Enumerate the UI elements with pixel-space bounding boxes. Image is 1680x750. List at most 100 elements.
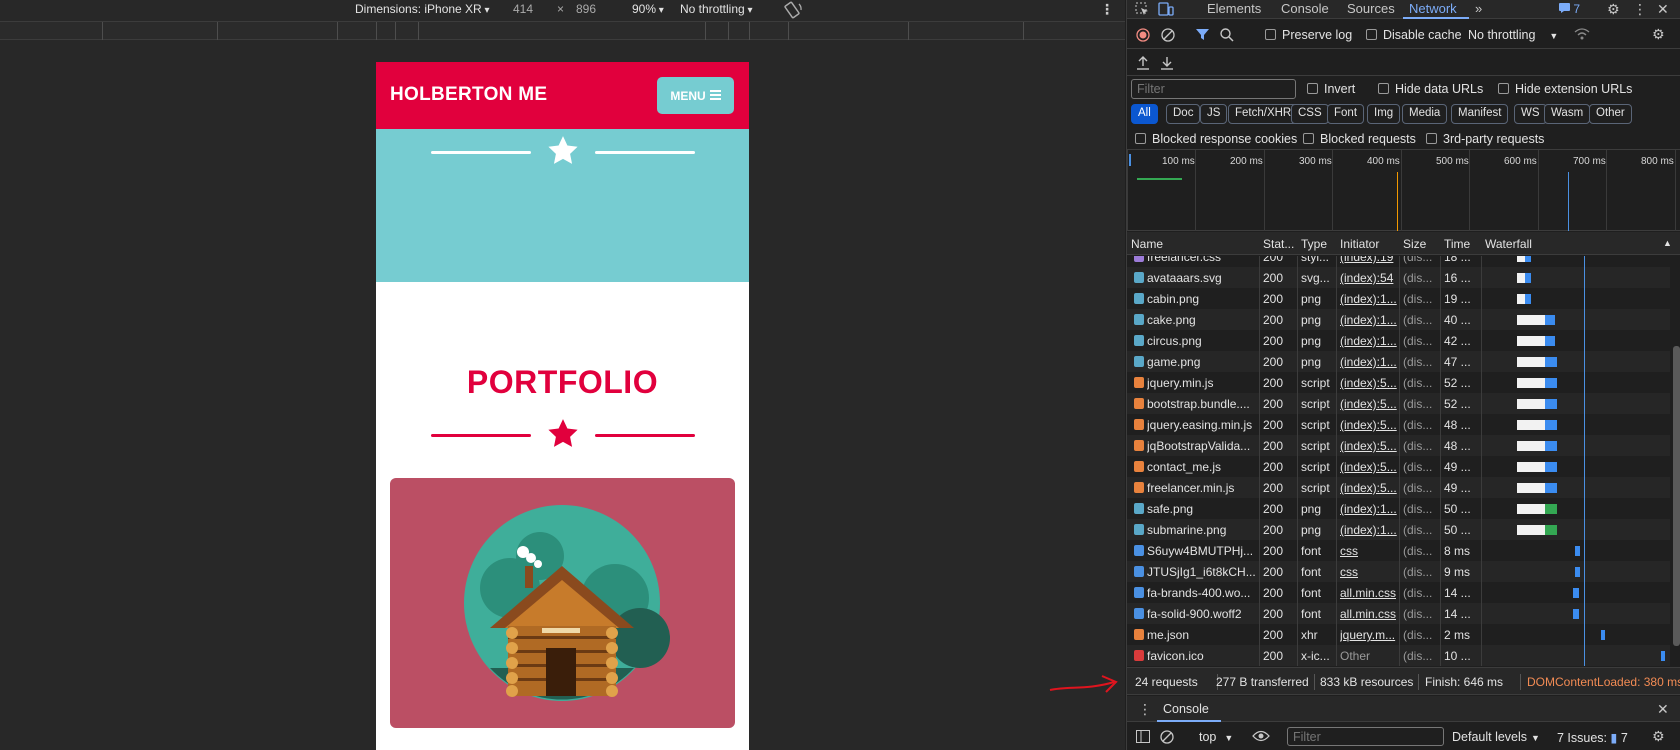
log-levels-select[interactable]: Default levels ▼ [1452,730,1540,744]
tab-network[interactable]: Network [1409,1,1457,16]
site-brand[interactable]: HOLBERTON ME [390,84,547,106]
ruler-tick [749,22,750,40]
filter-chip-css[interactable]: CSS [1291,104,1329,124]
zoom-select[interactable]: 90% [632,2,664,16]
request-initiator[interactable]: all.min.css [1340,607,1399,621]
portfolio-item-cabin[interactable] [390,478,735,728]
tab-console[interactable]: Console [1281,1,1329,16]
third-party-checkbox[interactable]: 3rd-party requests [1426,132,1544,146]
rotate-icon[interactable] [784,1,804,19]
tab-sources[interactable]: Sources [1347,1,1395,16]
col-size[interactable]: Size [1403,237,1426,251]
close-devtools-icon[interactable]: ✕ [1657,2,1669,16]
hide-extension-urls-checkbox[interactable]: Hide extension URLs [1498,82,1632,96]
clear-icon[interactable] [1161,28,1175,44]
more-tabs-icon[interactable]: » [1475,1,1482,16]
filter-chip-manifest[interactable]: Manifest [1451,104,1509,124]
font-file-icon [1134,566,1144,577]
network-overview-timeline[interactable]: 100 ms 200 ms 300 ms 400 ms 500 ms 600 m… [1127,150,1680,231]
filter-chip-doc[interactable]: Doc [1166,104,1201,124]
request-initiator[interactable]: (index):5... [1340,376,1399,390]
request-initiator[interactable]: (index):5... [1340,397,1399,411]
filter-chip-fetch[interactable]: Fetch/XHR [1228,104,1299,124]
search-icon[interactable] [1220,28,1234,44]
network-filter-input[interactable] [1131,79,1296,99]
request-initiator[interactable]: (index):1... [1340,502,1399,516]
request-initiator[interactable]: (index):5... [1340,481,1399,495]
console-issues-link[interactable]: 7 Issues: ▮ 7 [1557,730,1628,745]
issues-badge[interactable]: 7 [1559,3,1580,15]
overview-handle[interactable] [1129,154,1131,166]
inspect-icon[interactable] [1135,2,1149,18]
col-type[interactable]: Type [1301,237,1327,251]
request-initiator[interactable]: (index):54 [1340,271,1399,285]
live-expression-eye-icon[interactable] [1252,730,1270,744]
drawer-menu-icon[interactable]: ⋮ [1138,702,1152,716]
filter-funnel-icon[interactable] [1196,28,1209,43]
context-select[interactable]: top ▼ [1199,730,1233,744]
device-height-input[interactable]: 896 [576,2,596,16]
tab-elements[interactable]: Elements [1207,1,1261,16]
filter-chip-img[interactable]: Img [1367,104,1401,124]
request-initiator[interactable]: (index):5... [1340,439,1399,453]
sidebar-toggle-icon[interactable] [1136,730,1150,745]
filter-chip-other[interactable]: Other [1589,104,1632,124]
record-icon[interactable] [1136,28,1150,44]
sort-up-icon[interactable]: ▲ [1663,238,1672,248]
site-navbar: HOLBERTON ME MENU [376,62,749,129]
request-initiator[interactable]: (index):19 [1340,256,1399,264]
filter-chip-ws[interactable]: WS [1514,104,1547,124]
console-filter-input[interactable] [1287,727,1444,746]
xhr-file-icon [1134,629,1144,640]
preserve-log-checkbox[interactable]: Preserve log [1265,28,1352,42]
blocked-cookies-checkbox[interactable]: Blocked response cookies [1135,132,1297,146]
col-initiator[interactable]: Initiator [1340,237,1379,251]
request-initiator[interactable]: (index):1... [1340,355,1399,369]
scrollbar-thumb[interactable] [1673,346,1680,646]
device-throttle-select[interactable]: No throttling [680,2,753,16]
request-initiator[interactable]: jquery.m... [1340,628,1399,642]
request-initiator[interactable]: (index):5... [1340,460,1399,474]
hide-data-urls-checkbox[interactable]: Hide data URLs [1378,82,1483,96]
filter-chip-media[interactable]: Media [1402,104,1448,124]
network-throttle-select[interactable]: No throttling ▼ [1468,28,1558,42]
export-har-icon[interactable] [1160,56,1174,72]
network-settings-gear-icon[interactable]: ⚙ [1652,27,1665,41]
console-settings-gear-icon[interactable]: ⚙ [1652,729,1665,743]
request-initiator[interactable]: css [1340,544,1399,558]
timeline-tick: 300 ms [1299,156,1332,167]
request-initiator[interactable]: (index):1... [1340,313,1399,327]
request-initiator[interactable]: (index):1... [1340,523,1399,537]
request-type: script [1301,460,1330,474]
filter-chip-wasm[interactable]: Wasm [1544,104,1591,124]
console-drawer-tab[interactable]: Console [1163,702,1209,716]
blocked-requests-checkbox[interactable]: Blocked requests [1303,132,1416,146]
request-initiator[interactable]: css [1340,565,1399,579]
device-select[interactable]: Dimensions: iPhone XR [355,2,490,16]
settings-gear-icon[interactable]: ⚙ [1607,2,1620,16]
filter-chip-all[interactable]: All [1131,104,1158,124]
col-waterfall[interactable]: Waterfall [1485,237,1532,251]
table-scrollbar[interactable] [1671,256,1680,666]
request-initiator[interactable]: (index):5... [1340,418,1399,432]
col-time[interactable]: Time [1444,237,1470,251]
clear-console-icon[interactable] [1160,730,1174,746]
device-toggle-icon[interactable] [1158,2,1174,18]
col-status[interactable]: Stat... [1263,237,1294,251]
import-har-icon[interactable] [1136,56,1150,72]
request-initiator[interactable]: (index):1... [1340,334,1399,348]
disable-cache-checkbox[interactable]: Disable cache [1366,28,1462,42]
wifi-conditions-icon[interactable] [1574,28,1590,42]
request-initiator[interactable]: (index):1... [1340,292,1399,306]
devtools-more-icon[interactable]: ⋮ [1633,2,1647,16]
device-width-input[interactable]: 414 [513,2,533,16]
menu-button[interactable]: MENU [657,77,734,114]
request-initiator[interactable]: all.min.css [1340,586,1399,600]
invert-checkbox[interactable]: Invert [1307,82,1355,96]
device-more-icon[interactable]: ⋮ [1100,1,1114,18]
close-drawer-icon[interactable]: ✕ [1657,702,1669,716]
col-name[interactable]: Name [1131,237,1163,251]
filter-chip-js[interactable]: JS [1200,104,1228,124]
request-initiator[interactable]: Other [1340,649,1399,663]
filter-chip-font[interactable]: Font [1327,104,1365,124]
